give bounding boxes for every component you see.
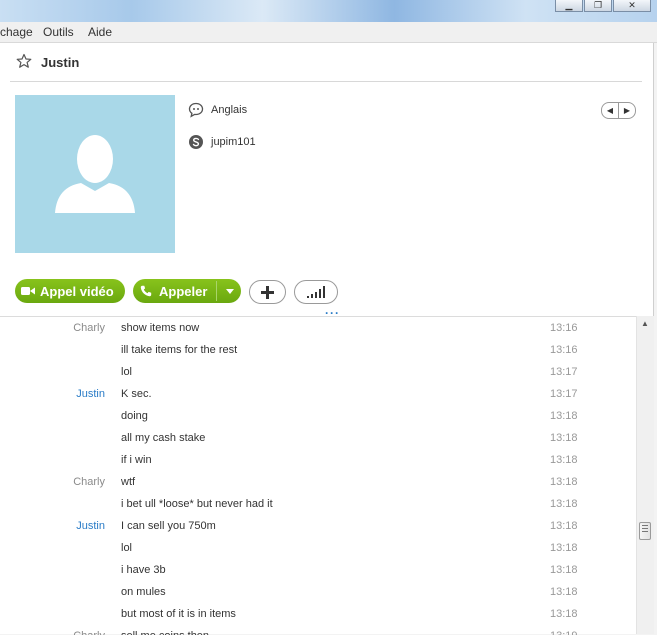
contact-language: Anglais [211, 104, 248, 116]
message-text: i have 3b [121, 564, 166, 576]
menu-item-outils[interactable]: Outils [43, 25, 74, 39]
chat-message: all my cash stake 13:18 [0, 427, 636, 449]
chat-message: if i win 13:18 [0, 449, 636, 471]
default-avatar-icon [55, 135, 135, 213]
message-time: 13:16 [550, 322, 578, 334]
call-button-group: Appeler [133, 279, 241, 303]
message-text: doing [121, 410, 148, 422]
chat-message: i bet ull *loose* but never had it 13:18 [0, 493, 636, 515]
message-time: 13:18 [550, 542, 578, 554]
message-text: sell me coins then [121, 630, 209, 635]
profile-pager: ◀ ▶ [601, 102, 636, 119]
window-title-bar: ▁ ❐ ✕ [0, 0, 657, 22]
speech-bubble-icon [188, 102, 204, 118]
chat-message: lol 13:17 [0, 361, 636, 383]
chat-message: i have 3b 13:18 [0, 559, 636, 581]
message-text: show items now [121, 322, 200, 334]
message-text: i bet ull *loose* but never had it [121, 498, 273, 510]
message-time: 13:18 [550, 520, 578, 532]
message-text: if i win [121, 454, 152, 466]
video-call-button[interactable]: Appel vidéo [15, 279, 125, 303]
message-time: 13:18 [550, 564, 578, 576]
chat-message: on mules 13:18 [0, 581, 636, 603]
call-quality-button[interactable] [294, 280, 338, 304]
skype-id-row: jupim101 [188, 134, 256, 150]
minimize-button[interactable]: ▁ [555, 0, 583, 12]
contact-name: Justin [41, 55, 80, 70]
menu-item-aide[interactable]: Aide [88, 25, 112, 39]
chat-message: Charly wtf 13:18 [0, 471, 636, 493]
message-text: but most of it is in items [121, 608, 236, 620]
avatar [15, 95, 175, 253]
chat-message: Justin I can sell you 750m 13:18 [0, 515, 636, 537]
message-sender[interactable]: Justin [76, 388, 105, 400]
chat-message: Justin K sec. 13:17 [0, 383, 636, 405]
signal-bars-icon [307, 286, 325, 298]
message-text: lol [121, 542, 133, 554]
call-options-dropdown[interactable] [219, 279, 241, 303]
chat-message: doing 13:18 [0, 405, 636, 427]
menu-bar: chage Outils Aide [0, 22, 657, 43]
split-divider [216, 281, 217, 301]
menu-item-affichage[interactable]: chage [0, 25, 33, 39]
chat-message: lol 13:18 [0, 537, 636, 559]
favorite-star-icon[interactable] [16, 53, 32, 69]
close-button[interactable]: ✕ [613, 0, 651, 12]
language-row: Anglais [188, 102, 247, 118]
message-text: wtf [121, 476, 136, 488]
message-time: 13:19 [550, 630, 578, 635]
close-icon: ✕ [628, 0, 636, 10]
next-button[interactable]: ▶ [619, 103, 635, 118]
message-time: 13:18 [550, 498, 578, 510]
message-time: 13:17 [550, 366, 578, 378]
skype-logo-icon [189, 135, 203, 149]
conversation-panel: Justin Anglais jupim101 ◀ ▶ Appel vidéo [0, 43, 654, 635]
phone-icon [140, 285, 152, 297]
scrollbar-thumb[interactable] [639, 522, 651, 540]
plus-icon [261, 285, 274, 299]
message-text: I can sell you 750m [121, 520, 216, 532]
message-sender[interactable]: Charly [73, 476, 105, 488]
chat-history: Charly show items now 13:16 ill take items … [0, 316, 636, 635]
chat-message: but most of it is in items 13:18 [0, 603, 636, 625]
contact-skype-id: jupim101 [211, 136, 256, 148]
message-text: ill take items for the rest [121, 344, 238, 356]
chat-scrollbar[interactable]: ▲ [636, 316, 654, 634]
message-sender[interactable]: Charly [73, 630, 105, 635]
minimize-icon: ▁ [565, 0, 573, 10]
scroll-up-arrow-icon[interactable]: ▲ [641, 319, 649, 328]
message-time: 13:18 [550, 476, 578, 488]
message-time: 13:18 [550, 608, 578, 620]
contact-header: Justin [10, 43, 642, 82]
message-text: K sec. [121, 388, 152, 400]
message-sender[interactable]: Charly [73, 322, 105, 334]
message-text: on mules [121, 586, 166, 598]
message-time: 13:16 [550, 344, 578, 356]
message-time: 13:18 [550, 432, 578, 444]
restore-icon: ❐ [593, 0, 603, 10]
previous-button[interactable]: ◀ [602, 103, 619, 118]
message-time: 13:18 [550, 454, 578, 466]
message-time: 13:17 [550, 388, 578, 400]
message-sender[interactable]: Justin [76, 520, 105, 532]
chat-message: ill take items for the rest 13:16 [0, 339, 636, 361]
message-text: lol [121, 366, 133, 378]
maximize-button[interactable]: ❐ [584, 0, 612, 12]
call-button[interactable]: Appeler [159, 284, 207, 299]
chat-message: Charly show items now 13:16 [0, 317, 636, 339]
video-camera-icon [21, 287, 35, 295]
message-text: all my cash stake [121, 432, 206, 444]
add-button[interactable] [249, 280, 286, 304]
window-controls: ▁ ❐ ✕ [554, 0, 651, 12]
video-call-label: Appel vidéo [40, 283, 114, 299]
message-time: 13:18 [550, 586, 578, 598]
chevron-down-icon [226, 288, 234, 294]
message-time: 13:18 [550, 410, 578, 422]
